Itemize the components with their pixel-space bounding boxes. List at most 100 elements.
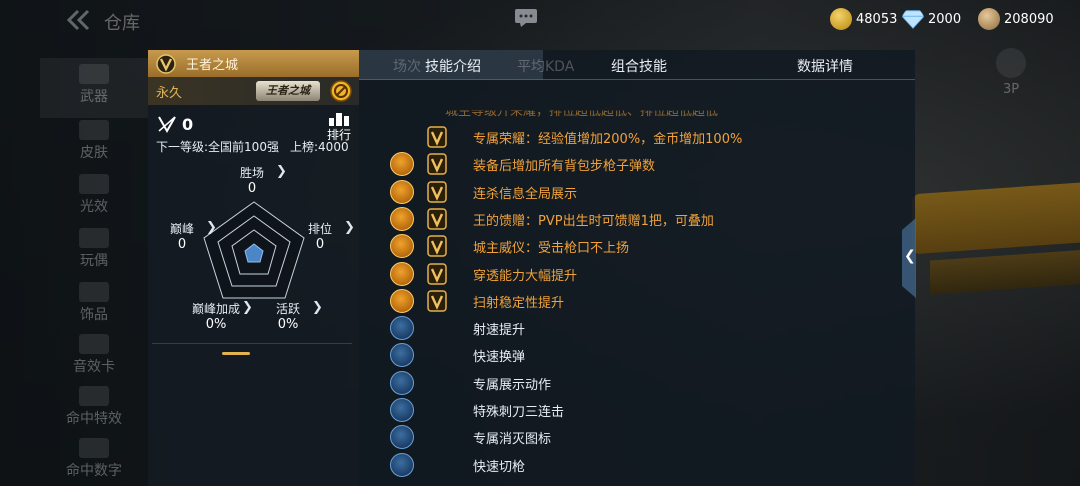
- item-name: 王者之城: [186, 58, 239, 73]
- skill-text: 专属消灭图标: [473, 432, 552, 448]
- next-level-text: 下一等级:全国前100强: [156, 140, 279, 154]
- camera-icon: [996, 48, 1026, 78]
- skill-row: 射速提升: [387, 315, 907, 341]
- category-sidebar: 武器 皮肤 光效 玩偶 饰品 音效卡 命中特效 命中数字: [40, 48, 148, 486]
- recoil-icon: [390, 234, 414, 259]
- sidebar-item-label: 音效卡: [73, 359, 115, 375]
- detail-panel: 场次 技能介绍 平均KDA 组合技能 数据详情 城主等级升荣耀，排位超低超低、排…: [359, 50, 915, 486]
- sidebar-item-accessories[interactable]: 饰品: [40, 276, 148, 336]
- chevron-left-icon: ❮: [904, 248, 916, 264]
- gold-coin-icon: [830, 8, 852, 30]
- diamond-currency[interactable]: 2000: [902, 8, 961, 30]
- stat-peak-bonus[interactable]: 巅峰加成 0% ❯: [192, 300, 253, 332]
- rank-shield-icon: [158, 116, 176, 134]
- stat-value: 0%: [277, 317, 299, 332]
- tab-combo-skills[interactable]: 组合技能: [611, 56, 667, 76]
- stat-wins[interactable]: 胜场 0 ❯: [240, 164, 287, 196]
- skill-text: 城主威仪：受击枪口不上扬: [473, 241, 630, 257]
- skill-text: 王的馈赠：PVP出生时可馈赠1把，可叠加: [473, 213, 714, 229]
- sidebar-item-hit-numbers[interactable]: 命中数字: [40, 432, 148, 486]
- sidebar-item-skins[interactable]: 皮肤: [40, 114, 148, 174]
- clipped-skill-text: 城主等级升荣耀，排位超低超低、排位超低超低: [445, 104, 719, 119]
- page-title: 仓库: [104, 13, 140, 34]
- skill-text: 快速切枪: [473, 459, 526, 475]
- view-3p-button[interactable]: 3P: [990, 48, 1032, 118]
- gold-amount: 48053: [856, 11, 898, 27]
- sidebar-item-sound-cards[interactable]: 音效卡: [40, 328, 148, 388]
- sidebar-item-label: 饰品: [80, 307, 108, 323]
- skill-row: 快速换弹: [387, 342, 907, 368]
- card-subheader: 永久 王者之城: [148, 77, 359, 105]
- item-card: 王者之城 永久 王者之城 0 排行 下一等级:全国前100强 上榜:4000 胜…: [148, 50, 359, 486]
- skill-row: 特殊刺刀三连击: [387, 397, 907, 423]
- skill-row: 连杀信息全局展示: [387, 179, 907, 205]
- killfeed-icon: [390, 179, 414, 204]
- sidebar-item-weapons[interactable]: 武器: [40, 58, 148, 118]
- skill-row: 扫射稳定性提升: [387, 288, 907, 314]
- view-3p-label: 3P: [1002, 82, 1020, 97]
- v-rank-icon: [427, 208, 447, 230]
- rank-row: 0: [156, 114, 193, 134]
- stat-value: 0%: [205, 317, 227, 332]
- sidebar-item-effects[interactable]: 光效: [40, 168, 148, 228]
- gift-icon: [390, 206, 414, 231]
- back-icon[interactable]: [64, 8, 92, 32]
- stability-icon: [390, 288, 414, 313]
- stat-value: 0: [177, 237, 187, 252]
- stat-label: 排位: [308, 222, 333, 236]
- stat-ranked[interactable]: 排位 0 ❯: [308, 220, 355, 252]
- skill-row: 快速切枪: [387, 452, 907, 478]
- skill-row: 穿透能力大幅提升: [387, 261, 907, 287]
- skill-row: 专属消灭图标: [387, 424, 907, 450]
- stat-peak[interactable]: 巅峰 0 ❯: [170, 220, 217, 252]
- card-header: 王者之城: [148, 50, 359, 77]
- collapse-panel-button[interactable]: ❮: [902, 218, 916, 298]
- leaderboard-icon: [329, 113, 349, 126]
- skin-icon: [79, 120, 109, 140]
- stat-value: 0: [247, 181, 257, 196]
- stat-label: 胜场: [240, 166, 265, 180]
- skill-row: 城主威仪：受击枪口不上扬: [387, 233, 907, 259]
- skill-row: 专属荣耀：经验值增加200%，金币增加100%: [387, 124, 907, 150]
- diamond-icon: [902, 10, 924, 29]
- sidebar-item-dolls[interactable]: 玩偶: [40, 222, 148, 282]
- chevron-right-icon: ❯: [276, 164, 287, 179]
- skill-text: 特殊刺刀三连击: [473, 405, 565, 420]
- bullet-icon: [390, 152, 414, 177]
- ghost-tab-kda: 平均KDA: [517, 59, 575, 75]
- sidebar-item-label: 命中特效: [66, 411, 122, 427]
- v-rank-icon: [427, 180, 447, 203]
- diamond-amount: 2000: [928, 11, 962, 27]
- hit-effect-icon: [79, 386, 109, 406]
- stat-label: 巅峰加成: [192, 302, 241, 316]
- chat-icon[interactable]: [514, 8, 538, 28]
- disable-icon[interactable]: [330, 80, 352, 102]
- stat-active[interactable]: 活跃 0% ❯: [276, 300, 323, 332]
- v-rank-icon: [427, 235, 447, 257]
- sidebar-item-label: 玩偶: [80, 253, 108, 269]
- radar-chart: [203, 201, 305, 299]
- skill-text: 快速换弹: [473, 350, 526, 366]
- sidebar-item-label: 武器: [80, 89, 108, 105]
- tab-skill-intro[interactable]: 技能介绍: [425, 56, 481, 76]
- divider: [152, 343, 352, 344]
- reload-icon: [390, 343, 414, 368]
- sidebar-item-hit-effects[interactable]: 命中特效: [40, 380, 148, 440]
- stat-label: 巅峰: [170, 222, 195, 236]
- skill-text: 穿透能力大幅提升: [473, 268, 578, 284]
- chevron-right-icon: ❯: [206, 220, 217, 235]
- tab-data-details[interactable]: 数据详情: [797, 56, 853, 76]
- chevron-right-icon: ❯: [344, 220, 355, 235]
- rank-value: 0: [182, 114, 194, 134]
- medal-currency[interactable]: 208090: [978, 8, 1054, 30]
- tab-bar: 场次 技能介绍 平均KDA 组合技能 数据详情: [359, 50, 915, 80]
- sound-card-icon: [79, 334, 109, 354]
- accessory-icon: [79, 282, 109, 302]
- light-effect-icon: [79, 174, 109, 194]
- top-bar: 仓库 48053 2000 208090: [0, 0, 1080, 40]
- gold-currency[interactable]: 48053: [830, 8, 897, 30]
- king-city-badge: 王者之城: [256, 81, 320, 101]
- skill-text: 射速提升: [473, 323, 526, 339]
- skill-text: 扫射稳定性提升: [473, 295, 565, 311]
- medal-icon: [978, 8, 1000, 30]
